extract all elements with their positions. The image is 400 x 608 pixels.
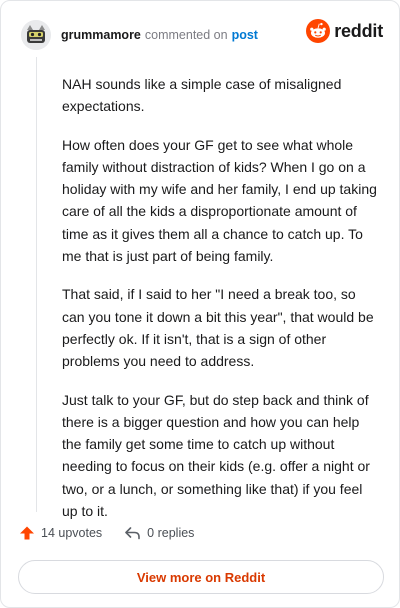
comment-paragraph: NAH sounds like a simple case of misalig… [62,76,342,115]
comment-meta: grummamore commented on post [61,28,258,42]
upvote-count: 14 upvotes [41,526,103,540]
comment-paragraph: That said, if I said to her "I need a br… [62,286,374,370]
reply-button[interactable]: 0 replies [124,525,194,541]
reply-count: 0 replies [147,526,195,540]
reply-icon [125,527,140,540]
username-link[interactable]: grummamore [61,28,141,42]
view-more-button[interactable]: View more on Reddit [18,560,384,594]
upvote-arrow-icon [20,526,34,540]
embedded-comment-card: grummamore commented on post reddit NAH so… [0,0,400,608]
comment-actions: 14 upvotes 0 replies [19,525,216,541]
comment-header: grummamore commented on post reddit [21,17,383,53]
comment-body: NAH sounds like a simple case of misalig… [62,73,380,538]
reddit-brand[interactable]: reddit [306,19,383,43]
comment-paragraph: Just talk to your GF, but do step back a… [62,391,370,520]
reddit-snoo-icon [306,19,331,43]
comment-paragraph: How often does your GF get to see what w… [62,136,377,265]
upvote-button[interactable]: 14 upvotes [19,525,102,541]
reddit-wordmark: reddit [334,20,383,41]
post-link[interactable]: post [232,28,258,42]
avatar-icon[interactable] [21,20,51,50]
thread-line [36,57,37,512]
action-text: commented on [144,28,228,42]
